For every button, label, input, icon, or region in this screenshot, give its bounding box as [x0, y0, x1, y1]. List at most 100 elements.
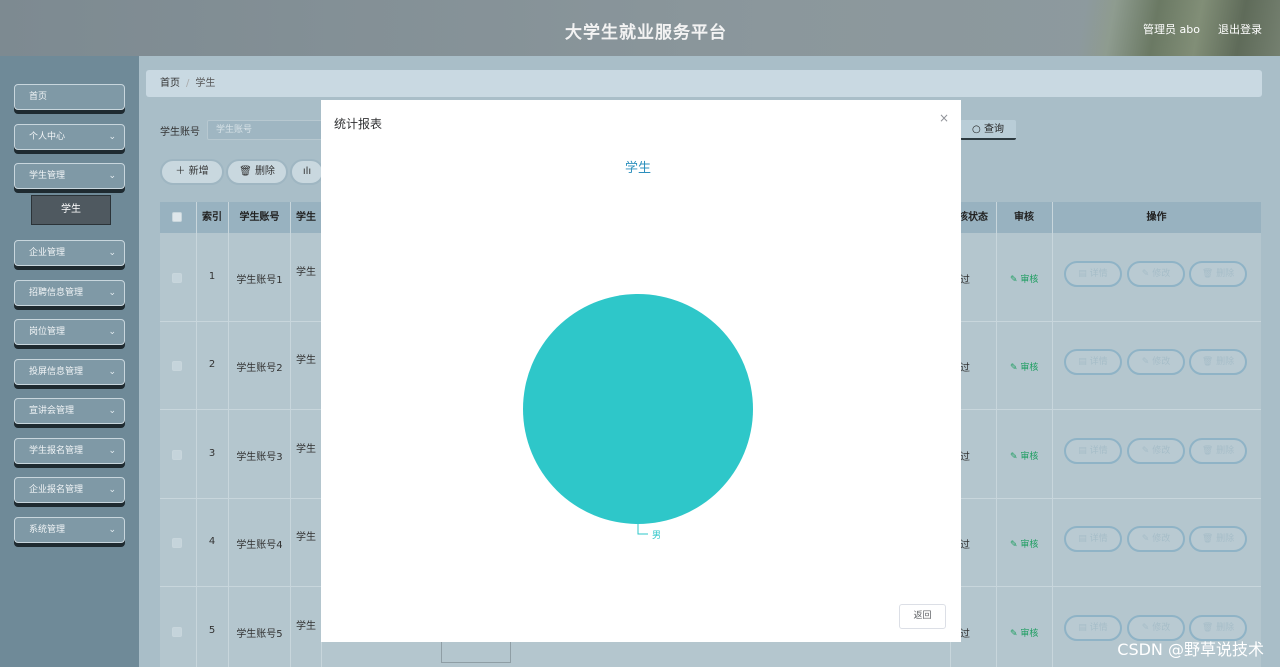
- sidebar-item[interactable]: 企业管理 ⌄: [14, 240, 125, 266]
- row-account: 学生账号1: [236, 275, 283, 286]
- trash-icon: 🗑: [1201, 269, 1217, 279]
- document-icon: ▤: [1078, 357, 1090, 367]
- sidebar-item-label: 企业管理: [29, 248, 66, 258]
- audit-label: 审核: [1020, 363, 1039, 373]
- watermark: CSDN @野草说技术: [1117, 640, 1264, 659]
- edit-icon: ✎: [1010, 452, 1021, 462]
- document-icon: ▤: [1078, 534, 1090, 544]
- plus-icon: ＋: [175, 166, 189, 177]
- sidebar-item-label: 岗位管理: [29, 327, 66, 337]
- detail-button-label: 详情: [1089, 269, 1108, 279]
- search-input[interactable]: 学生账号: [207, 120, 327, 140]
- breadcrumb-home[interactable]: 首页: [160, 78, 180, 89]
- sidebar-item-label: 企业报名管理: [29, 485, 84, 495]
- chevron-down-icon: ⌄: [108, 446, 116, 456]
- edit-button[interactable]: ✎ 修改: [1127, 261, 1185, 287]
- audit-link[interactable]: ✎ 审核: [1010, 537, 1038, 550]
- back-button[interactable]: 返回: [899, 604, 946, 629]
- add-button-label: 新增: [188, 166, 209, 177]
- row-checkbox[interactable]: [172, 361, 182, 371]
- row-index: 3: [208, 448, 216, 459]
- detail-button[interactable]: ▤ 详情: [1064, 438, 1122, 464]
- sidebar-item-label: 系统管理: [29, 525, 66, 535]
- detail-button[interactable]: ▤ 详情: [1064, 526, 1122, 552]
- row-account: 学生账号2: [236, 363, 283, 374]
- row-checkbox[interactable]: [172, 538, 182, 548]
- edit-button-label: 修改: [1152, 623, 1171, 633]
- edit-icon: ✎: [1010, 275, 1021, 285]
- query-button-label: 查询: [983, 124, 1004, 135]
- detail-button[interactable]: ▤ 详情: [1064, 261, 1122, 287]
- audit-link[interactable]: ✎ 审核: [1010, 449, 1038, 462]
- chart-title: 学生: [625, 160, 651, 176]
- report-dialog: 统计报表 × 学生男 返回: [321, 100, 961, 642]
- delete-button-label: 删除: [1216, 623, 1235, 633]
- row-index: 5: [208, 625, 216, 636]
- col-name: 学生: [296, 212, 316, 223]
- pie-slice[interactable]: [523, 294, 753, 524]
- sidebar-item[interactable]: 企业报名管理 ⌄: [14, 477, 125, 503]
- document-icon: ▤: [1078, 623, 1090, 633]
- current-user: 管理员 abo: [1143, 23, 1200, 36]
- delete-button[interactable]: 🗑 删除: [226, 159, 288, 185]
- delete-button[interactable]: 🗑 删除: [1189, 438, 1247, 464]
- edit-icon: ✎: [1141, 623, 1153, 633]
- trash-icon: 🗑: [1201, 357, 1217, 367]
- audit-link[interactable]: ✎ 审核: [1010, 626, 1038, 639]
- row-index: 4: [208, 536, 216, 547]
- sidebar-subitem-student[interactable]: 学生: [31, 195, 111, 225]
- col-audit: 审核: [1014, 212, 1034, 223]
- edit-button[interactable]: ✎ 修改: [1127, 349, 1185, 375]
- sidebar-item[interactable]: 首页: [14, 84, 125, 110]
- row-index: 2: [208, 359, 216, 370]
- edit-icon: ✎: [1141, 269, 1153, 279]
- delete-button[interactable]: 🗑 删除: [1189, 261, 1247, 287]
- slice-label: 男: [652, 530, 661, 541]
- col-account: 学生账号: [239, 212, 280, 223]
- query-button[interactable]: ○ 查询: [960, 120, 1016, 140]
- trash-icon: 🗑: [1201, 623, 1217, 633]
- sidebar-item-label: 个人中心: [29, 132, 66, 142]
- report-button[interactable]: ılı: [290, 159, 324, 185]
- select-all-checkbox[interactable]: [172, 212, 182, 222]
- add-button[interactable]: ＋ 新增: [160, 159, 224, 185]
- delete-button[interactable]: 🗑 删除: [1189, 526, 1247, 552]
- row-checkbox[interactable]: [172, 273, 182, 283]
- chevron-down-icon: ⌄: [108, 171, 116, 181]
- sidebar-item-label: 投屏信息管理: [29, 367, 84, 377]
- sidebar-item[interactable]: 学生报名管理 ⌄: [14, 438, 125, 464]
- sidebar-item[interactable]: 学生管理 ⌄: [14, 163, 125, 189]
- chevron-down-icon: ⌄: [108, 406, 116, 416]
- sidebar-item[interactable]: 宣讲会管理 ⌄: [14, 398, 125, 424]
- sidebar-item[interactable]: 投屏信息管理 ⌄: [14, 359, 125, 385]
- row-checkbox[interactable]: [172, 450, 182, 460]
- sidebar-item[interactable]: 个人中心 ⌄: [14, 124, 125, 150]
- delete-button-label: 删除: [254, 166, 275, 177]
- edit-button[interactable]: ✎ 修改: [1127, 526, 1185, 552]
- sidebar-item-label: 招聘信息管理: [29, 288, 84, 298]
- document-icon: ▤: [1078, 446, 1090, 456]
- sidebar-item[interactable]: 系统管理 ⌄: [14, 517, 125, 543]
- bar-chart-icon: ılı: [302, 166, 312, 177]
- row-account: 学生账号5: [236, 629, 283, 640]
- search-label: 学生账号: [160, 127, 200, 138]
- edit-button[interactable]: ✎ 修改: [1127, 438, 1185, 464]
- sidebar-item[interactable]: 招聘信息管理 ⌄: [14, 280, 125, 306]
- audit-link[interactable]: ✎ 审核: [1010, 360, 1038, 373]
- chevron-down-icon: ⌄: [108, 132, 116, 142]
- chevron-down-icon: ⌄: [108, 485, 116, 495]
- edit-button-label: 修改: [1152, 534, 1171, 544]
- delete-button-label: 删除: [1216, 446, 1235, 456]
- edit-icon: ✎: [1141, 446, 1153, 456]
- row-checkbox[interactable]: [172, 627, 182, 637]
- row-account: 学生账号3: [236, 452, 283, 463]
- detail-button[interactable]: ▤ 详情: [1064, 349, 1122, 375]
- detail-button-label: 详情: [1089, 623, 1108, 633]
- logout-link[interactable]: 退出登录: [1218, 21, 1262, 37]
- delete-button[interactable]: 🗑 删除: [1189, 349, 1247, 375]
- row-name: 学生: [296, 532, 316, 543]
- detail-button[interactable]: ▤ 详情: [1064, 615, 1122, 641]
- trash-icon: 🗑: [1201, 534, 1217, 544]
- audit-link[interactable]: ✎ 审核: [1010, 272, 1038, 285]
- sidebar-item[interactable]: 岗位管理 ⌄: [14, 319, 125, 345]
